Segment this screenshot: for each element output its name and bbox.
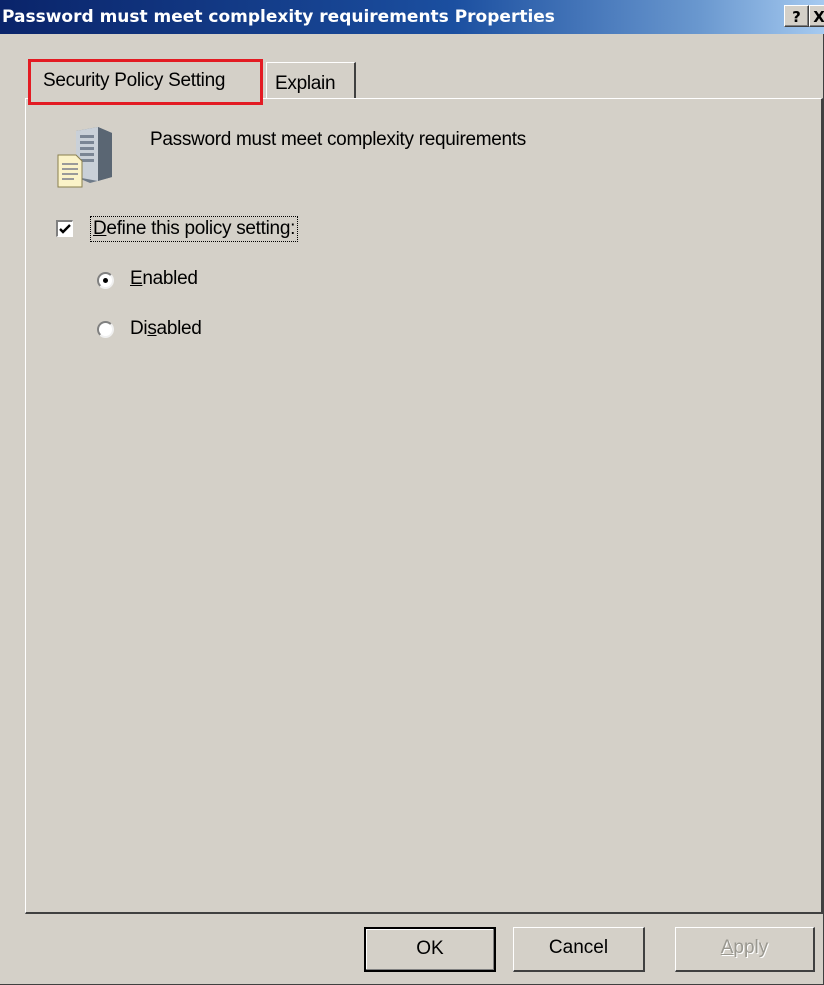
policy-name: Password must meet complexity requiremen… (150, 129, 526, 150)
properties-dialog: Password must meet complexity requiremen… (0, 0, 824, 985)
tab-label: Explain (275, 73, 336, 94)
disabled-radio[interactable] (97, 321, 114, 338)
define-setting-checkbox[interactable] (56, 220, 73, 237)
radio-dot-icon (103, 278, 108, 283)
cancel-button[interactable]: Cancel (513, 927, 645, 972)
disabled-label[interactable]: Disabled (130, 318, 202, 340)
enabled-label[interactable]: Enabled (130, 268, 198, 290)
tab-panel: Password must meet complexity requiremen… (25, 98, 823, 914)
close-button[interactable]: X (809, 5, 824, 27)
tab-security-policy-setting[interactable]: Security Policy Setting (28, 59, 263, 105)
title-bar[interactable]: Password must meet complexity requiremen… (0, 0, 824, 34)
apply-button[interactable]: Apply (675, 927, 815, 972)
tab-label: Security Policy Setting (43, 70, 226, 91)
ok-button[interactable]: OK (364, 927, 496, 972)
enabled-radio[interactable] (97, 272, 114, 289)
define-setting-label[interactable]: Define this policy setting: (90, 216, 299, 242)
checkmark-icon (59, 224, 71, 234)
tab-explain[interactable]: Explain (266, 62, 356, 98)
server-document-icon (54, 125, 118, 189)
window-title: Password must meet complexity requiremen… (2, 7, 555, 27)
help-button[interactable]: ? (784, 5, 809, 27)
